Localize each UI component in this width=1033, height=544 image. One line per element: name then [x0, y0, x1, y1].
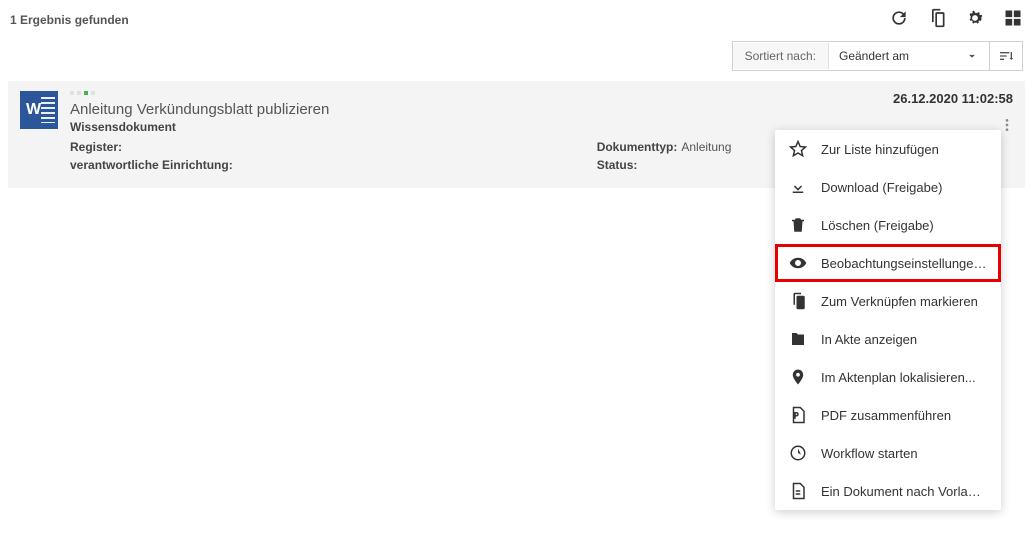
menu-delete[interactable]: Löschen (Freigabe) — [775, 206, 1001, 244]
clipboard-icon[interactable] — [927, 8, 947, 31]
more-options-button[interactable] — [999, 117, 1015, 136]
document-icon — [789, 482, 807, 500]
menu-mark-link[interactable]: Zum Verknüpfen markieren — [775, 282, 1001, 320]
menu-add-to-list[interactable]: Zur Liste hinzufügen — [775, 130, 1001, 168]
location-icon — [789, 368, 807, 386]
status-indicator — [70, 91, 731, 95]
menu-label: Löschen (Freigabe) — [821, 218, 934, 233]
refresh-icon[interactable] — [889, 8, 909, 31]
results-count: 1 Ergebnis gefunden — [10, 13, 129, 27]
menu-start-workflow[interactable]: Workflow starten — [775, 434, 1001, 472]
download-icon — [789, 178, 807, 196]
menu-observe-settings[interactable]: Beobachtungseinstellungen ä... — [775, 244, 1001, 282]
grid-icon[interactable] — [1003, 8, 1023, 31]
menu-label: Ein Dokument nach Vorlage er... — [821, 484, 987, 499]
register-label: Register: — [70, 140, 122, 154]
sort-dropdown[interactable]: Geändert am — [829, 43, 989, 69]
star-icon — [789, 140, 807, 158]
eye-gear-icon — [789, 254, 807, 272]
trash-icon — [789, 216, 807, 234]
menu-label: Zum Verknüpfen markieren — [821, 294, 978, 309]
sort-value-text: Geändert am — [839, 49, 909, 63]
menu-locate-fileplan[interactable]: Im Aktenplan lokalisieren... — [775, 358, 1001, 396]
chevron-down-icon — [965, 49, 979, 63]
context-menu: Zur Liste hinzufügen Download (Freigabe)… — [775, 130, 1001, 510]
menu-label: In Akte anzeigen — [821, 332, 917, 347]
result-subtype: Wissensdokument — [70, 120, 731, 134]
word-document-icon — [20, 91, 58, 129]
status-label: Status: — [597, 158, 638, 172]
menu-label: Im Aktenplan lokalisieren... — [821, 370, 976, 385]
menu-label: Zur Liste hinzufügen — [821, 142, 939, 157]
sort-label: Sortiert nach: — [733, 43, 829, 69]
menu-label: Beobachtungseinstellungen ä... — [821, 256, 987, 271]
doctype-value: Anleitung — [681, 140, 731, 154]
menu-doc-from-template[interactable]: Ein Dokument nach Vorlage er... — [775, 472, 1001, 510]
doctype-label: Dokumenttyp: — [597, 140, 678, 154]
clipboard-icon — [789, 292, 807, 310]
menu-show-in-file[interactable]: In Akte anzeigen — [775, 320, 1001, 358]
sort-direction-button[interactable] — [989, 42, 1022, 70]
pdf-icon — [789, 406, 807, 424]
menu-label: Workflow starten — [821, 446, 918, 461]
menu-label: Download (Freigabe) — [821, 180, 942, 195]
gear-icon[interactable] — [965, 8, 985, 31]
menu-label: PDF zusammenführen — [821, 408, 951, 423]
result-title: Anleitung Verkündungsblatt publizieren — [70, 101, 731, 118]
menu-pdf-merge[interactable]: PDF zusammenführen — [775, 396, 1001, 434]
workflow-icon — [789, 444, 807, 462]
folder-icon — [789, 330, 807, 348]
menu-download[interactable]: Download (Freigabe) — [775, 168, 1001, 206]
responsible-label: verantwortliche Einrichtung: — [70, 158, 233, 172]
